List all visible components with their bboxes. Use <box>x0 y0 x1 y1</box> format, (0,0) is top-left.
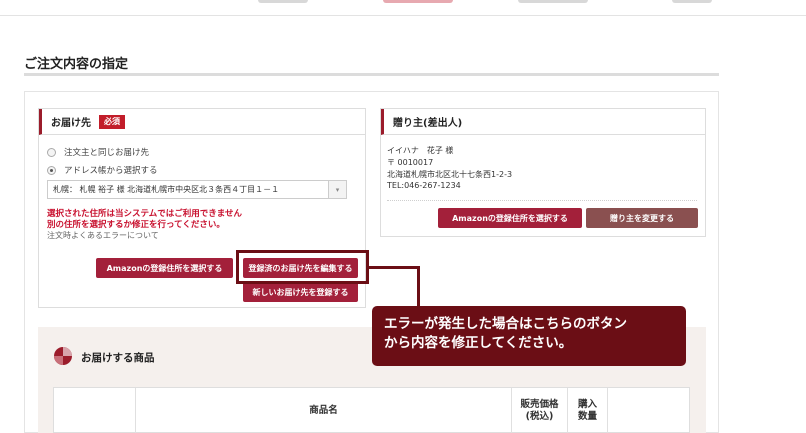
sender-panel: 贈り主(差出人) イイハナ 花子 様 〒 0010017 北海道札幌市北区北十七… <box>380 108 706 237</box>
progress-step <box>258 0 308 3</box>
common-errors-link[interactable]: 注文時よくあるエラーについて <box>47 230 159 241</box>
radio-button[interactable] <box>47 147 56 157</box>
header-qty-line2: 数量 <box>577 411 597 422</box>
progress-steps-strip <box>0 0 806 16</box>
header-price-line2: (税込) <box>525 411 554 422</box>
radio-button-selected[interactable] <box>47 165 56 175</box>
page-title: ご注文内容の指定 <box>24 57 129 72</box>
section-bullet-icon <box>54 347 72 365</box>
items-table: 商品名 販売価格 (税込) 購入 数量 <box>53 387 690 433</box>
delivery-panel-header: お届け先 必須 <box>39 109 365 135</box>
error-message-line2: 別の住所を選択するか修正を行ってください。 <box>47 220 225 230</box>
header-qty-line1: 購入 <box>577 399 597 410</box>
sender-tel: TEL:046-267-1234 <box>387 181 461 190</box>
annotation-callout: エラーが発生した場合はこちらのボタン から内容を修正してください。 <box>372 306 686 366</box>
progress-step <box>672 0 712 3</box>
sender-name: イイハナ 花子 様 <box>387 146 454 155</box>
radio-address-book[interactable]: アドレス帳から選択する <box>47 164 158 176</box>
radio-same-as-orderer[interactable]: 注文主と同じお届け先 <box>47 146 149 158</box>
table-header-extra <box>608 388 689 433</box>
title-underline <box>24 73 719 76</box>
annotation-connector <box>369 266 420 269</box>
radio-label: 注文主と同じお届け先 <box>64 148 150 158</box>
change-sender-button[interactable]: 贈り主を変更する <box>586 208 698 228</box>
delivery-amazon-address-button[interactable]: Amazonの登録住所を選択する <box>96 258 233 278</box>
required-badge: 必須 <box>99 114 125 129</box>
progress-step-current <box>383 0 453 3</box>
new-delivery-address-button[interactable]: 新しいお届け先を登録する <box>243 282 358 302</box>
table-header-price: 販売価格 (税込) <box>512 388 568 433</box>
callout-line2: から内容を修正してください。 <box>384 335 573 351</box>
sender-postal: 〒 0010017 <box>387 158 434 167</box>
radio-label: アドレス帳から選択する <box>64 166 158 176</box>
sender-amazon-address-button[interactable]: Amazonの登録住所を選択する <box>438 208 582 228</box>
annotation-connector <box>417 266 420 308</box>
table-header-product: 商品名 <box>136 388 512 433</box>
chevron-down-icon[interactable]: ▾ <box>328 181 346 198</box>
header-price-line1: 販売価格 <box>520 399 559 410</box>
table-header-blank <box>54 388 136 433</box>
sender-header-label: 贈り主(差出人) <box>393 118 463 129</box>
delivery-header-label: お届け先 <box>51 118 91 129</box>
items-section-title: お届けする商品 <box>81 352 155 364</box>
callout-line1: エラーが発生した場合はこちらのボタン <box>384 316 627 332</box>
address-select-value: 札幌： 札幌 裕子 様 北海道札幌市中央区北３条西４丁目１－１ <box>53 185 280 194</box>
header-product-label: 商品名 <box>309 405 338 416</box>
sender-address: 北海道札幌市北区北十七条西1-2-3 <box>387 170 513 179</box>
sender-panel-header: 贈り主(差出人) <box>381 109 705 135</box>
table-header-qty: 購入 数量 <box>568 388 608 433</box>
progress-step <box>518 0 588 3</box>
address-select[interactable]: 札幌： 札幌 裕子 様 北海道札幌市中央区北３条西４丁目１－１ ▾ <box>47 180 347 199</box>
divider <box>387 200 697 201</box>
annotation-highlight-box <box>236 250 369 284</box>
